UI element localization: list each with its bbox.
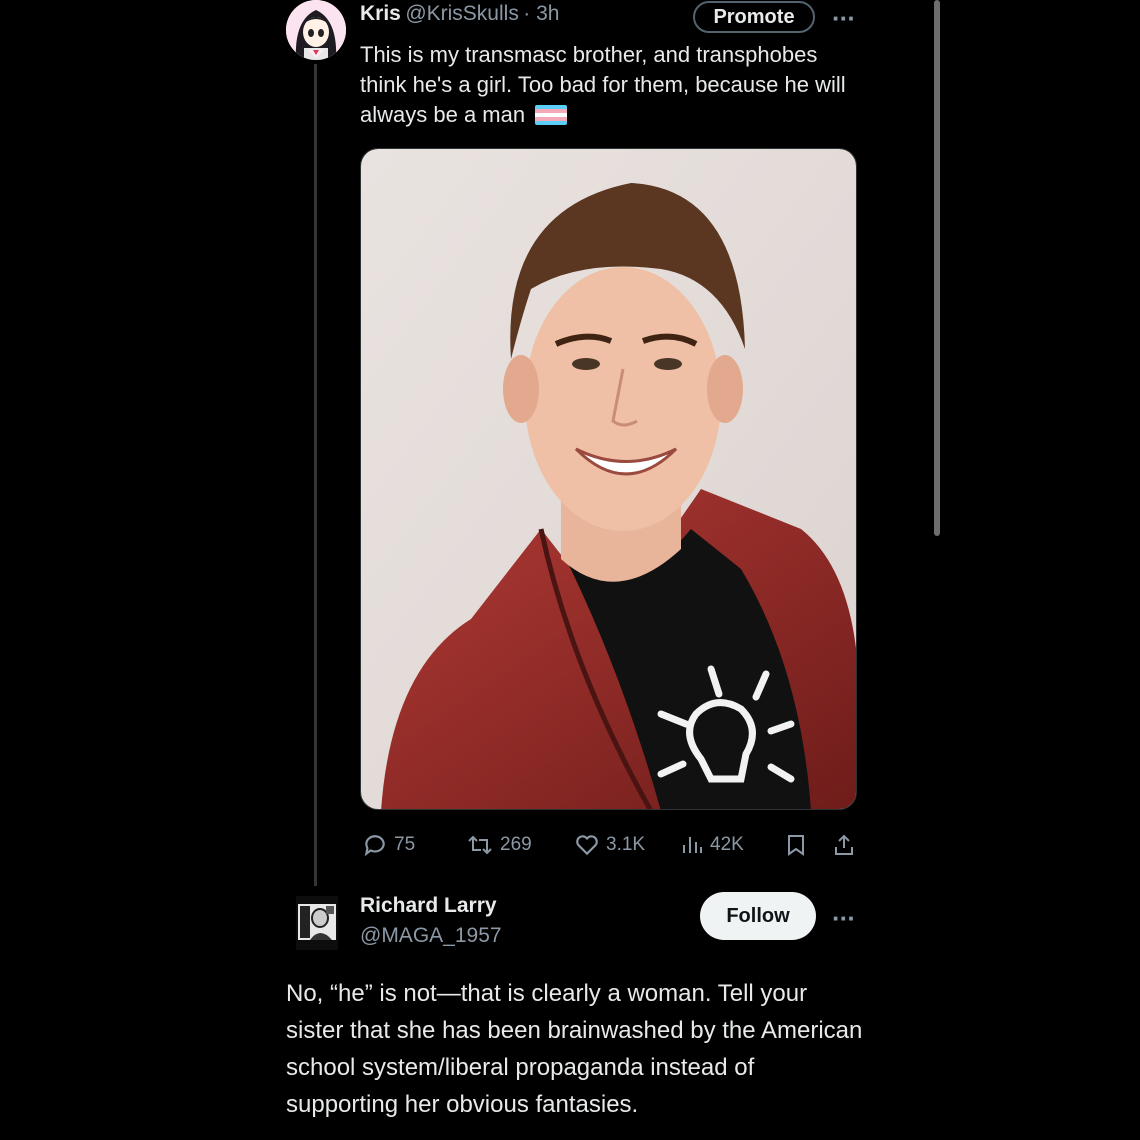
views-action[interactable]: 42K xyxy=(680,830,744,860)
anime-avatar-icon xyxy=(286,0,346,60)
reply-count: 75 xyxy=(394,834,416,855)
more-options-icon[interactable]: ··· xyxy=(832,5,856,31)
tweet-text: This is my transmasc brother, and transp… xyxy=(360,40,860,130)
author-name[interactable]: Kris xyxy=(360,2,401,25)
tweet-body: This is my transmasc brother, and transp… xyxy=(360,42,846,127)
share-icon xyxy=(835,834,853,855)
tweet-header: Kris @KrisSkulls · 3h xyxy=(360,2,559,26)
like-action[interactable]: 3.1K xyxy=(574,830,645,860)
bookmark-action[interactable] xyxy=(784,830,808,860)
tweet-time[interactable]: · 3h xyxy=(523,2,559,25)
like-icon xyxy=(576,835,598,856)
like-count: 3.1K xyxy=(606,834,646,855)
bookmark-icon xyxy=(788,835,804,856)
reply-author-handle[interactable]: @MAGA_1957 xyxy=(360,924,502,948)
lets-go-brandon-avatar-icon xyxy=(296,896,338,950)
portrait-photo xyxy=(361,149,856,809)
scrollbar[interactable] xyxy=(934,0,940,536)
reply-author-name[interactable]: Richard Larry xyxy=(360,894,497,918)
views-count: 42K xyxy=(710,834,744,855)
views-icon xyxy=(683,837,702,853)
reply-text: No, “he” is not—that is clearly a woman.… xyxy=(286,980,863,1118)
share-action[interactable] xyxy=(832,830,856,860)
reply-action[interactable]: 75 xyxy=(362,830,415,860)
promote-button[interactable]: Promote xyxy=(693,1,815,33)
repost-count: 269 xyxy=(500,834,532,855)
tweet-photo[interactable] xyxy=(360,148,857,810)
reply-icon xyxy=(364,835,385,857)
author-avatar[interactable] xyxy=(286,0,346,60)
follow-button[interactable]: Follow xyxy=(700,892,816,940)
reply-more-options-icon[interactable]: ··· xyxy=(832,905,856,931)
transgender-flag-icon xyxy=(535,105,568,125)
reply-author-avatar[interactable] xyxy=(296,896,338,950)
thread-connector-line xyxy=(314,64,317,886)
repost-icon xyxy=(468,835,492,855)
repost-action[interactable]: 269 xyxy=(466,830,532,860)
author-handle[interactable]: @KrisSkulls xyxy=(405,2,519,25)
